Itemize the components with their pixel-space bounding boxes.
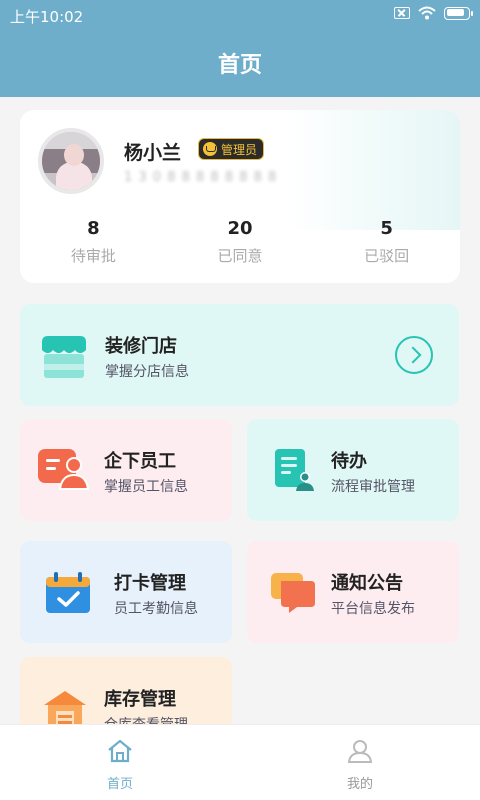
todo-document-icon — [275, 449, 314, 491]
calendar-check-icon — [46, 572, 90, 613]
nav-label: 我的 — [346, 777, 373, 792]
card-title: 库存管理 — [104, 689, 176, 710]
todo-card[interactable]: 待办 流程审批管理 — [247, 419, 459, 521]
card-subtitle: 掌握员工信息 — [104, 479, 188, 495]
stat-label: 待审批 — [70, 247, 116, 265]
nav-label: 首页 — [106, 777, 133, 792]
bottom-nav: 首页 我的 — [0, 724, 480, 800]
nav-item-home[interactable]: 首页 — [60, 739, 180, 792]
attendance-card[interactable]: 打卡管理 员工考勤信息 — [20, 541, 232, 643]
card-title: 待办 — [331, 451, 367, 472]
storefront-icon — [42, 336, 86, 378]
user-icon — [347, 740, 373, 763]
card-subtitle: 平台信息发布 — [331, 601, 415, 617]
stat-rejected[interactable]: 5 已驳回 — [313, 218, 460, 266]
card-title: 装修门店 — [105, 336, 177, 357]
notice-card[interactable]: 通知公告 平台信息发布 — [247, 541, 459, 643]
profile-card[interactable]: 杨小兰 管理员 1 3 0 8 8 8 8 8 8 8 8 8 待审批 20 已… — [20, 110, 460, 283]
stat-label: 已同意 — [217, 247, 263, 265]
card-subtitle: 员工考勤信息 — [114, 601, 198, 617]
user-name: 杨小兰 — [124, 142, 182, 164]
chevron-right-circle-icon[interactable] — [395, 336, 433, 374]
card-title: 通知公告 — [331, 573, 403, 594]
status-icons — [394, 6, 473, 20]
card-title: 企下员工 — [104, 451, 176, 472]
stat-value: 8 — [87, 218, 100, 239]
role-badge: 管理员 — [198, 138, 265, 160]
no-sim-icon — [394, 7, 410, 19]
staff-icon — [38, 449, 90, 490]
stat-pending[interactable]: 8 待审批 — [20, 218, 167, 266]
app-header: 上午10:02 首页 — [0, 0, 480, 97]
stat-value: 5 — [380, 218, 393, 239]
battery-charging-icon — [444, 6, 473, 20]
crown-icon — [203, 142, 217, 156]
user-phone: 1 3 0 8 8 8 8 8 8 8 8 — [124, 170, 278, 185]
card-subtitle: 掌握分店信息 — [105, 364, 189, 380]
role-badge-label: 管理员 — [221, 142, 258, 157]
card-title: 打卡管理 — [114, 573, 186, 594]
avatar[interactable] — [38, 128, 104, 194]
wifi-icon — [418, 6, 436, 20]
approval-stats: 8 待审批 20 已同意 5 已驳回 — [20, 218, 460, 266]
home-icon — [108, 739, 132, 763]
nav-item-mine[interactable]: 我的 — [300, 739, 420, 792]
notice-chat-icon — [271, 573, 315, 613]
card-subtitle: 流程审批管理 — [331, 479, 415, 495]
stat-value: 20 — [227, 218, 253, 239]
staff-card[interactable]: 企下员工 掌握员工信息 — [20, 419, 232, 521]
status-bar: 上午10:02 — [0, 0, 480, 30]
profile-card-decoration — [290, 110, 460, 230]
stat-approved[interactable]: 20 已同意 — [167, 218, 314, 266]
page-title: 首页 — [217, 53, 262, 78]
shop-card[interactable]: 装修门店 掌握分店信息 — [20, 304, 459, 406]
status-time: 上午10:02 — [10, 8, 84, 26]
stat-label: 已驳回 — [364, 247, 410, 265]
